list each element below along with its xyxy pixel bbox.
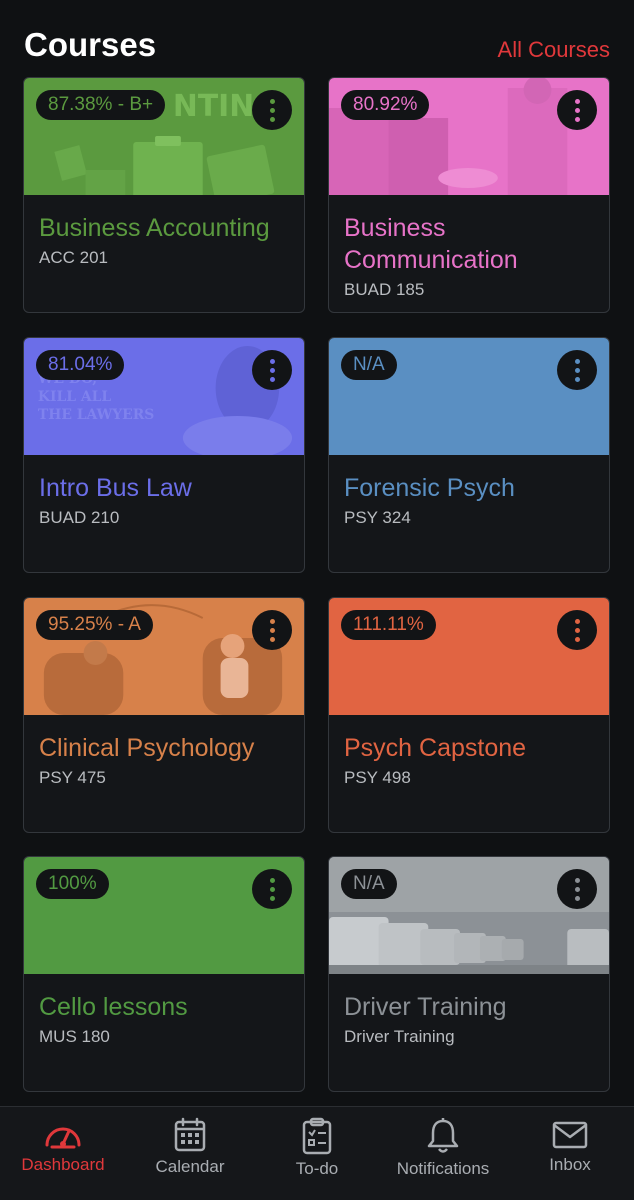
course-card[interactable]: 80.92% Business Communication BUAD 185 — [328, 77, 610, 313]
course-info: Clinical Psychology PSY 475 — [39, 732, 292, 788]
more-vertical-icon — [269, 98, 275, 104]
course-options-button[interactable] — [252, 610, 292, 650]
course-code: BUAD 210 — [39, 508, 120, 527]
course-card[interactable]: NTING 87.38% - B+ Business Accounting AC… — [23, 77, 305, 313]
tab-dashboard[interactable]: Dashboard — [13, 1107, 113, 1200]
more-vertical-icon — [269, 358, 275, 364]
course-options-button[interactable] — [557, 610, 597, 650]
course-options-button[interactable] — [557, 90, 597, 130]
grade-badge: 100% — [36, 869, 109, 899]
course-name: Business Communication — [344, 214, 518, 274]
course-name: Clinical Psychology — [39, 734, 255, 762]
more-vertical-icon — [574, 358, 580, 364]
tab-label: Inbox — [549, 1155, 591, 1174]
course-info: Business Communication BUAD 185 — [344, 212, 597, 300]
course-card[interactable]: N/A Forensic Psych PSY 324 — [328, 337, 610, 573]
course-info: Cello lessons MUS 180 — [39, 991, 292, 1047]
all-courses-link[interactable]: All Courses — [498, 37, 610, 63]
tab-inbox[interactable]: Inbox — [520, 1107, 620, 1200]
header: Courses All Courses — [0, 0, 634, 78]
bell-icon — [427, 1118, 459, 1153]
course-info: Psych Capstone PSY 498 — [344, 732, 597, 788]
clipboard-checklist-icon — [302, 1117, 332, 1155]
tab-calendar[interactable]: Calendar — [140, 1107, 240, 1200]
grade-badge: 87.38% - B+ — [36, 90, 166, 120]
svg-text:THE LAWYERS: THE LAWYERS — [38, 407, 154, 423]
grade-badge: 80.92% — [341, 90, 430, 120]
course-code: MUS 180 — [39, 1027, 110, 1046]
bottom-tab-bar: Dashboard Calendar To-do Notifications I… — [0, 1106, 634, 1200]
course-card[interactable]: N/A Driver Training Driver Training — [328, 856, 610, 1092]
grade-badge: 111.11% — [341, 610, 436, 640]
envelope-icon — [552, 1121, 588, 1149]
tab-label: Notifications — [396, 1159, 490, 1178]
course-name: Psych Capstone — [344, 734, 527, 762]
course-card[interactable]: 111.11% Psych Capstone PSY 498 — [328, 597, 610, 833]
course-info: Forensic Psych PSY 324 — [344, 472, 597, 528]
more-vertical-icon — [269, 618, 275, 624]
course-name: Business Accounting — [39, 214, 270, 242]
course-options-button[interactable] — [557, 869, 597, 909]
page-title: Courses — [24, 26, 157, 63]
course-options-button[interactable] — [252, 869, 292, 909]
more-vertical-icon — [574, 618, 580, 624]
course-info: Business Accounting ACC 201 — [39, 212, 292, 268]
course-options-button[interactable] — [252, 350, 292, 390]
course-code: PSY 324 — [344, 508, 411, 527]
course-options-button[interactable] — [557, 350, 597, 390]
course-card[interactable]: 95.25% - A Clinical Psychology PSY 475 — [23, 597, 305, 833]
grade-badge: N/A — [341, 350, 397, 380]
course-name: Forensic Psych — [344, 474, 515, 502]
course-name: Intro Bus Law — [39, 474, 192, 502]
course-code: PSY 475 — [39, 768, 106, 787]
course-info: Driver Training Driver Training — [344, 991, 597, 1047]
course-card[interactable]: WE DO, KILL ALL THE LAWYERS 81.04% Intro… — [23, 337, 305, 573]
more-vertical-icon — [574, 98, 580, 104]
svg-text:KILL ALL: KILL ALL — [38, 389, 111, 405]
calendar-icon — [174, 1117, 206, 1152]
course-code: ACC 201 — [39, 248, 108, 267]
grade-badge: N/A — [341, 869, 397, 899]
more-vertical-icon — [269, 877, 275, 883]
course-code: PSY 498 — [344, 768, 411, 787]
course-options-button[interactable] — [252, 90, 292, 130]
course-info: Intro Bus Law BUAD 210 — [39, 472, 292, 528]
course-card[interactable]: 100% Cello lessons MUS 180 — [23, 856, 305, 1092]
tab-label: To-do — [295, 1159, 339, 1178]
tab-todo[interactable]: To-do — [267, 1107, 367, 1200]
tab-label: Calendar — [155, 1157, 225, 1176]
dashboard-gauge-icon — [45, 1127, 81, 1149]
grade-badge: 81.04% — [36, 350, 125, 380]
course-name: Driver Training — [344, 993, 507, 1021]
grade-badge: 95.25% - A — [36, 610, 153, 640]
course-code: BUAD 185 — [344, 280, 425, 299]
courses-dashboard: Courses All Courses NTING 87.38% - B+ Bu… — [0, 0, 634, 1200]
more-vertical-icon — [574, 877, 580, 883]
course-name: Cello lessons — [39, 993, 188, 1021]
tab-label: Dashboard — [21, 1155, 105, 1174]
course-code: Driver Training — [344, 1027, 455, 1046]
tab-notifications[interactable]: Notifications — [388, 1107, 498, 1200]
